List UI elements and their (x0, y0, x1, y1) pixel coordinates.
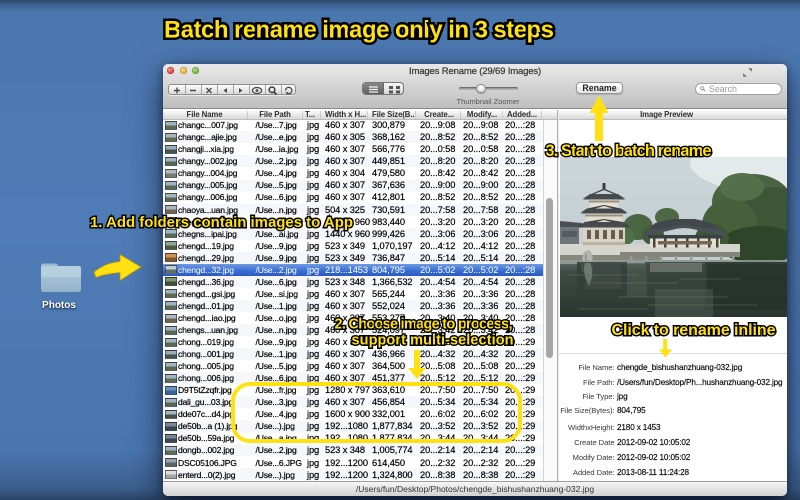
svg-text:Click to rename inline: Click to rename inline (612, 322, 776, 339)
svg-text:1. Add folders contain images: 1. Add folders contain images to App (90, 214, 353, 231)
svg-text:Batch rename image only in 3 s: Batch rename image only in 3 steps (164, 17, 554, 44)
svg-text:3. Start to batch rename: 3. Start to batch rename (546, 142, 712, 160)
svg-text:support multi-selection: support multi-selection (352, 333, 514, 349)
svg-text:2. Choose image to process,: 2. Choose image to process, (335, 317, 513, 333)
